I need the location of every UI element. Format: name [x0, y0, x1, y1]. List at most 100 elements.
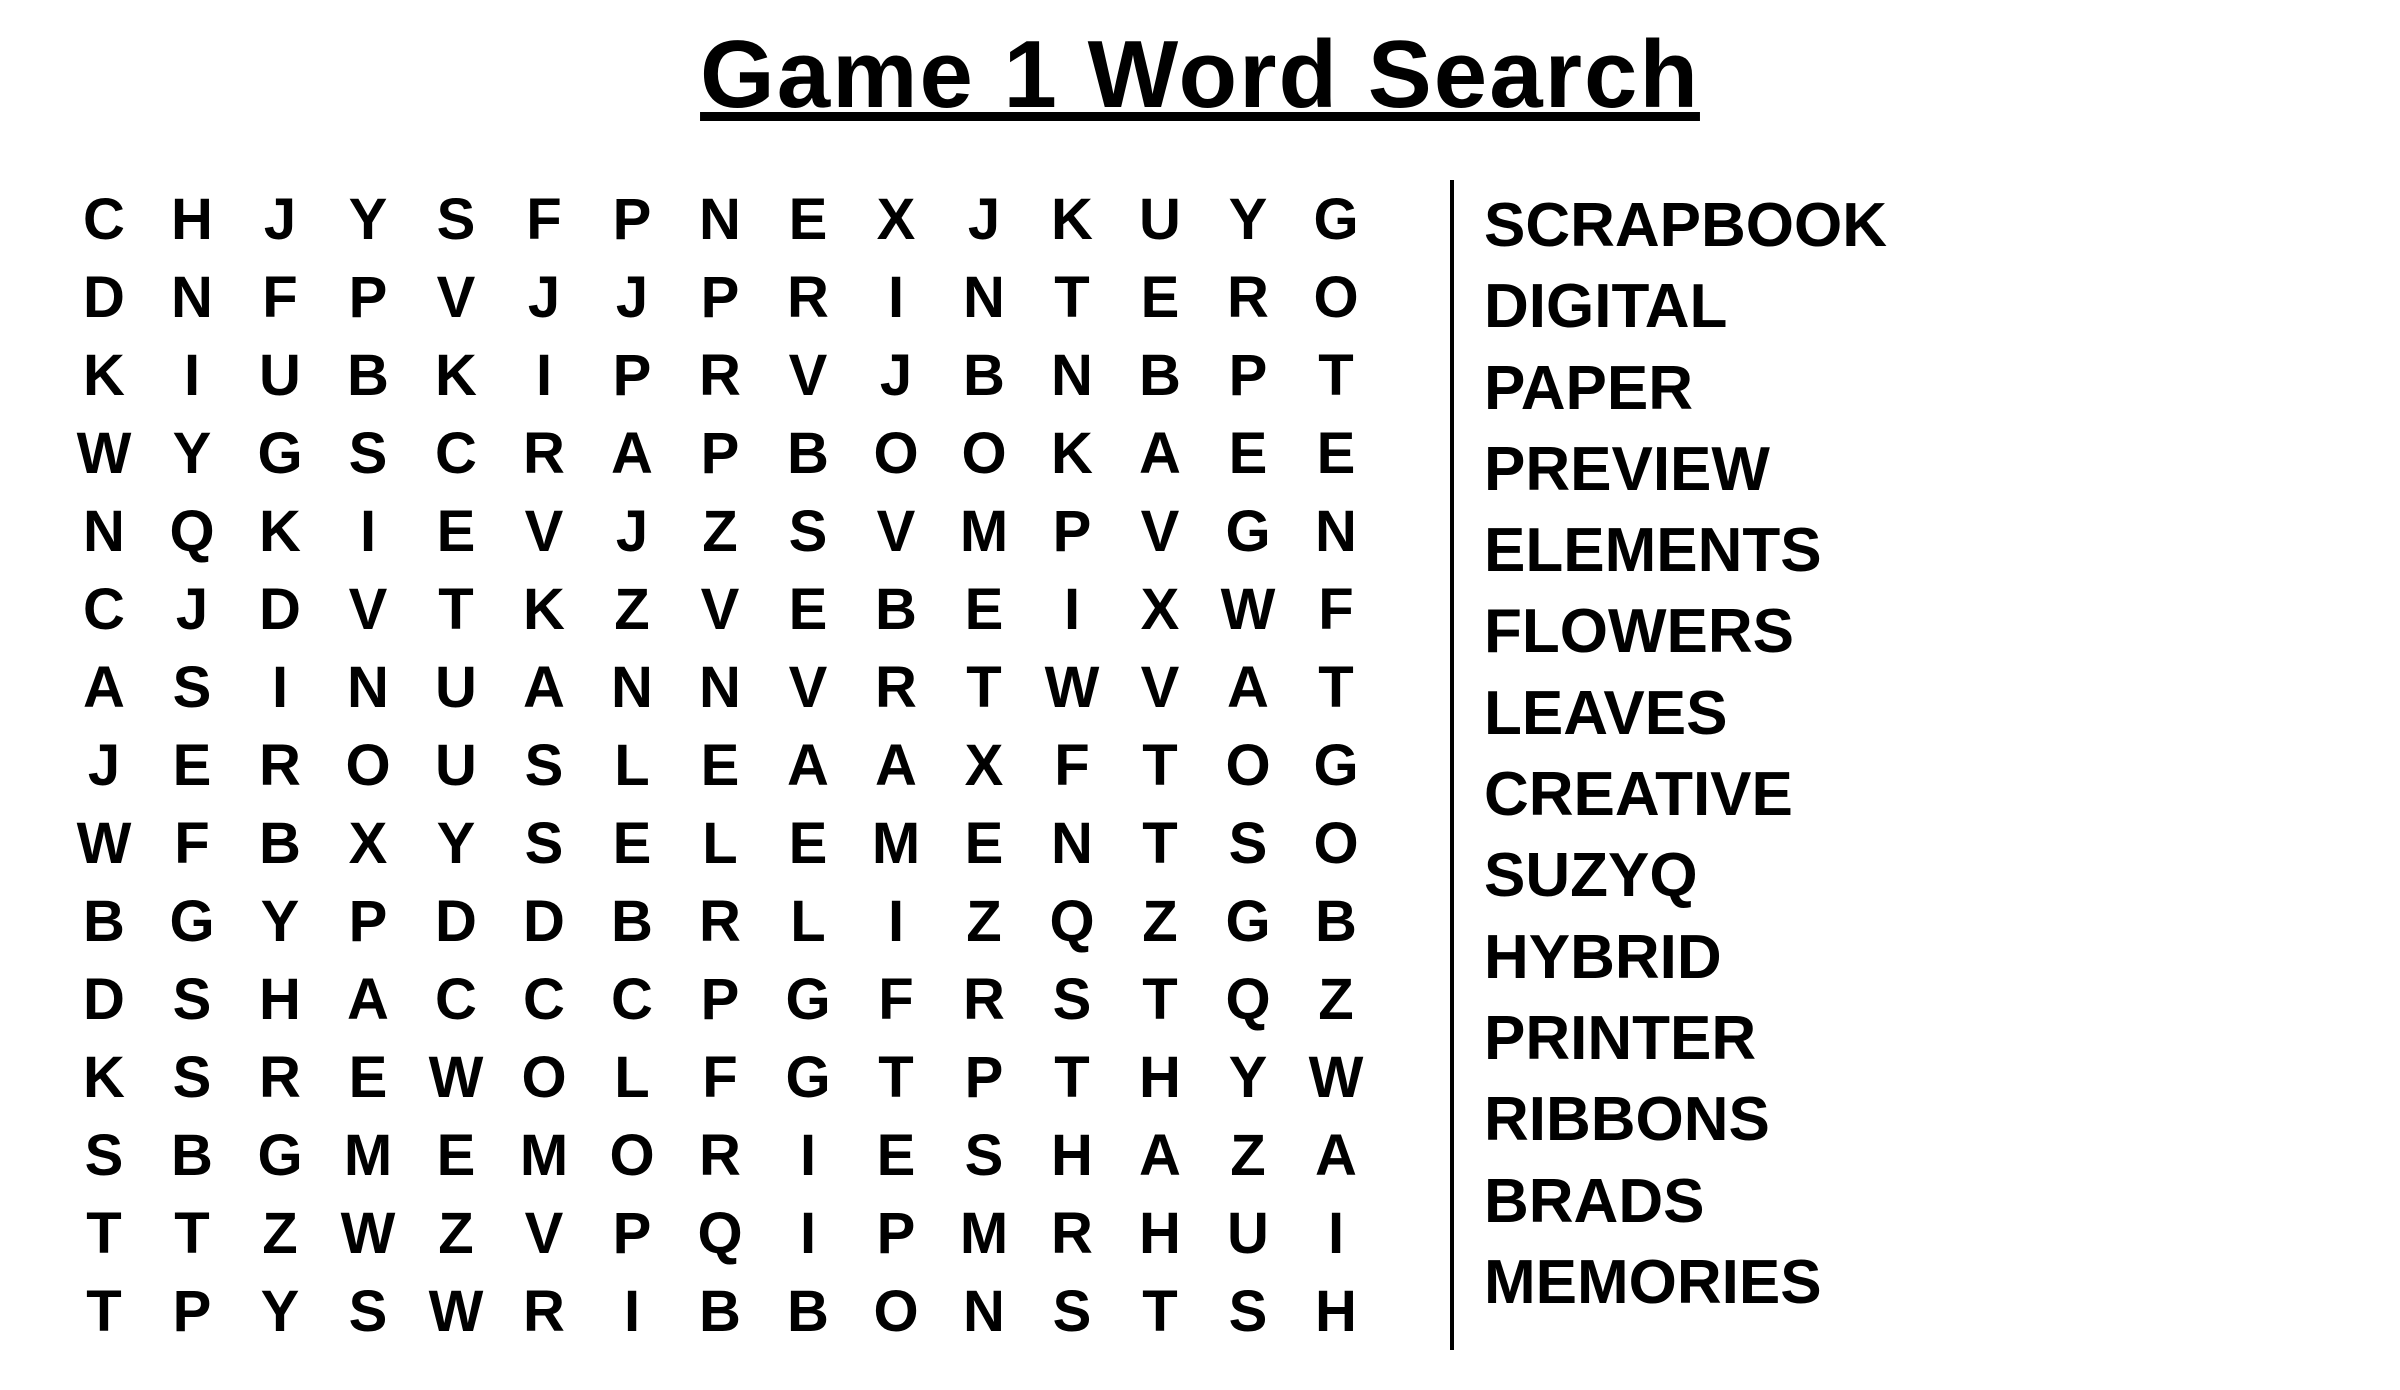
grid-cell: M: [852, 804, 940, 882]
grid-cell: I: [236, 648, 324, 726]
grid-cell: N: [676, 648, 764, 726]
word-item: MEMORIES: [1484, 1247, 2340, 1318]
grid-cell: S: [412, 180, 500, 258]
grid-cell: G: [764, 960, 852, 1038]
grid-cell: V: [500, 492, 588, 570]
grid-cell: F: [1292, 570, 1380, 648]
grid-cell: S: [148, 960, 236, 1038]
grid-cell: M: [940, 1194, 1028, 1272]
grid-cell: W: [60, 804, 148, 882]
grid-cell: W: [1204, 570, 1292, 648]
grid-cell: G: [764, 1038, 852, 1116]
grid-cell: I: [852, 258, 940, 336]
grid-cell: A: [1204, 648, 1292, 726]
grid-cell: Q: [148, 492, 236, 570]
grid-cell: G: [236, 414, 324, 492]
grid-cell: A: [1292, 1116, 1380, 1194]
grid-cell: T: [940, 648, 1028, 726]
grid-cell: S: [1204, 1272, 1292, 1350]
grid-cell: Z: [412, 1194, 500, 1272]
grid-cell: B: [764, 1272, 852, 1350]
word-item: SCRAPBOOK: [1484, 190, 2340, 261]
grid-cell: P: [148, 1272, 236, 1350]
grid-cell: Z: [1292, 960, 1380, 1038]
grid-cell: H: [148, 180, 236, 258]
grid-cell: W: [1028, 648, 1116, 726]
grid-cell: Y: [236, 882, 324, 960]
grid-cell: E: [940, 570, 1028, 648]
grid-cell: E: [1116, 258, 1204, 336]
grid-cell: B: [764, 414, 852, 492]
grid-cell: O: [1292, 804, 1380, 882]
grid-row: ASINUANNVRTWVAT: [60, 648, 1380, 726]
grid-cell: M: [324, 1116, 412, 1194]
grid-cell: E: [852, 1116, 940, 1194]
vertical-divider: [1450, 180, 1454, 1350]
grid-row: DSHACCCPGFRSTQZ: [60, 960, 1380, 1038]
grid-row: WYGSCRAPBOOKAEE: [60, 414, 1380, 492]
grid-cell: H: [236, 960, 324, 1038]
grid-cell: Z: [236, 1194, 324, 1272]
grid-cell: T: [1116, 804, 1204, 882]
word-item: ELEMENTS: [1484, 515, 2340, 586]
grid-cell: H: [1116, 1038, 1204, 1116]
grid-cell: C: [412, 414, 500, 492]
word-item: PRINTER: [1484, 1003, 2340, 1074]
grid-row: CHJYSFPNEXJKUYG: [60, 180, 1380, 258]
grid-cell: R: [500, 1272, 588, 1350]
grid-cell: F: [852, 960, 940, 1038]
grid-cell: F: [236, 258, 324, 336]
grid-cell: D: [60, 960, 148, 1038]
grid-row: KSREWOLFGTPTHYW: [60, 1038, 1380, 1116]
grid-cell: I: [764, 1116, 852, 1194]
grid-cell: T: [1292, 336, 1380, 414]
grid-cell: V: [764, 648, 852, 726]
grid-cell: V: [852, 492, 940, 570]
grid-cell: Q: [1204, 960, 1292, 1038]
grid-cell: D: [60, 258, 148, 336]
grid-cell: B: [60, 882, 148, 960]
grid-cell: B: [588, 882, 676, 960]
grid-cell: H: [1292, 1272, 1380, 1350]
grid-cell: I: [500, 336, 588, 414]
grid-cell: V: [412, 258, 500, 336]
grid-cell: N: [148, 258, 236, 336]
grid-cell: A: [588, 414, 676, 492]
grid-cell: N: [1028, 336, 1116, 414]
grid-cell: X: [852, 180, 940, 258]
grid-cell: F: [500, 180, 588, 258]
grid-cell: S: [764, 492, 852, 570]
grid-cell: U: [1116, 180, 1204, 258]
grid-cell: G: [148, 882, 236, 960]
grid-cell: T: [1116, 726, 1204, 804]
grid-cell: I: [148, 336, 236, 414]
grid-cell: B: [676, 1272, 764, 1350]
grid-cell: W: [1292, 1038, 1380, 1116]
grid-cell: K: [500, 570, 588, 648]
grid-cell: S: [148, 648, 236, 726]
grid-cell: X: [1116, 570, 1204, 648]
grid-cell: V: [764, 336, 852, 414]
grid-cell: Y: [1204, 180, 1292, 258]
main-content: CHJYSFPNEXJKUYGDNFPVJJPRINTEROKIUBKIPRVJ…: [60, 180, 2340, 1350]
grid-cell: J: [588, 492, 676, 570]
grid-cell: T: [1028, 258, 1116, 336]
grid-cell: O: [1204, 726, 1292, 804]
grid-cell: Y: [412, 804, 500, 882]
grid-cell: E: [412, 492, 500, 570]
word-item: FLOWERS: [1484, 596, 2340, 667]
word-search-grid: CHJYSFPNEXJKUYGDNFPVJJPRINTEROKIUBKIPRVJ…: [60, 180, 1420, 1350]
grid-cell: K: [60, 1038, 148, 1116]
grid-row: DNFPVJJPRINTERO: [60, 258, 1380, 336]
grid-cell: A: [500, 648, 588, 726]
grid-cell: S: [500, 804, 588, 882]
grid-cell: U: [412, 726, 500, 804]
grid-cell: S: [324, 414, 412, 492]
grid-cell: K: [412, 336, 500, 414]
grid-cell: S: [324, 1272, 412, 1350]
grid-cell: R: [1028, 1194, 1116, 1272]
grid-cell: T: [412, 570, 500, 648]
grid-cell: I: [324, 492, 412, 570]
grid-cell: B: [1292, 882, 1380, 960]
grid-cell: E: [412, 1116, 500, 1194]
